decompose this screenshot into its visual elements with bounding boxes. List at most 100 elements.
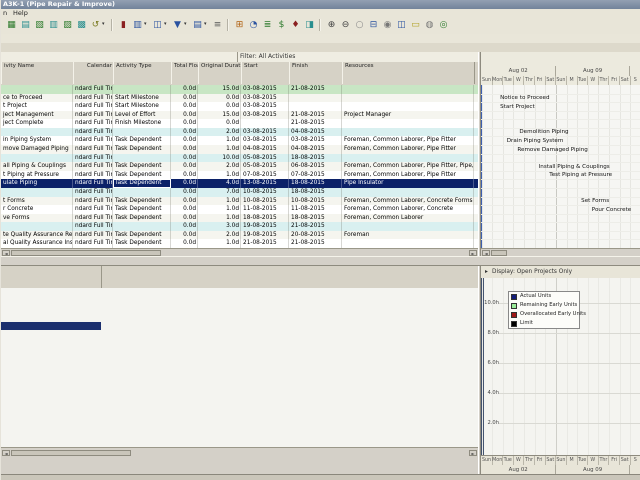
table-cell[interactable]: move Damaged Piping bbox=[1, 145, 73, 154]
table-cell[interactable]: 19-08-2015 bbox=[241, 222, 289, 231]
table-cell[interactable]: 2.0d bbox=[198, 162, 241, 171]
table-cell[interactable]: ulate Piping bbox=[1, 179, 73, 188]
table-cell[interactable]: 0.0d bbox=[171, 239, 198, 248]
table-cell[interactable]: Task Dependent bbox=[113, 162, 171, 171]
table-cell[interactable]: Task Dependent bbox=[113, 179, 171, 188]
table-cell[interactable]: Foreman, Common Laborer, Pipe Fitter bbox=[342, 145, 474, 154]
table-cell[interactable]: 1.0d bbox=[198, 205, 241, 214]
table-cell[interactable]: Finish Milestone bbox=[113, 119, 171, 128]
table-cell[interactable]: 0.0d bbox=[171, 111, 198, 120]
table-cell[interactable]: Task Dependent bbox=[113, 136, 171, 145]
table-cell[interactable]: ce to Proceed bbox=[1, 94, 73, 103]
table-row[interactable]: ject Managementndard Full TimeLevel of E… bbox=[1, 111, 478, 120]
table-cell[interactable]: 20-08-2015 bbox=[289, 231, 342, 240]
table-cell[interactable]: 03-08-2015 bbox=[241, 102, 289, 111]
table-row[interactable]: all Piping & Couplingsndard Full TimeTas… bbox=[1, 162, 478, 171]
dropdown-arrow-icon[interactable]: ▾ bbox=[144, 21, 147, 27]
table-cell[interactable]: 0.0d bbox=[171, 102, 198, 111]
display-options-icon[interactable]: ▸ bbox=[485, 266, 488, 278]
table-cell[interactable] bbox=[1, 188, 73, 197]
table-cell[interactable]: ndard Full Time bbox=[73, 85, 113, 94]
table-cell[interactable] bbox=[342, 102, 474, 111]
table-cell[interactable] bbox=[342, 222, 474, 231]
table-row[interactable]: t Formsndard Full TimeTask Dependent0.0d… bbox=[1, 197, 478, 206]
table-cell[interactable]: 10-08-2015 bbox=[289, 197, 342, 206]
table-cell[interactable]: 03-08-2015 bbox=[241, 94, 289, 103]
table-cell[interactable]: 1.0d bbox=[198, 239, 241, 248]
dropdown-arrow-icon[interactable]: ▾ bbox=[164, 21, 167, 27]
group-sort-icon[interactable]: ▤ bbox=[190, 18, 205, 33]
dropdown-arrow-icon[interactable]: ▾ bbox=[204, 21, 207, 27]
table-cell[interactable]: 04-08-2015 bbox=[241, 145, 289, 154]
table-cell[interactable]: Foreman bbox=[342, 231, 474, 240]
table-cell[interactable]: ndard Full Time bbox=[73, 197, 113, 206]
table-cell[interactable] bbox=[113, 128, 171, 137]
columns-icon[interactable]: ▥ bbox=[130, 18, 145, 33]
table-cell[interactable]: Task Dependent bbox=[113, 214, 171, 223]
table-cell[interactable]: 21-08-2015 bbox=[289, 239, 342, 248]
column-header[interactable]: Calendar bbox=[73, 62, 114, 84]
scroll-thumb[interactable] bbox=[11, 450, 131, 456]
table-cell[interactable]: r Concrete bbox=[1, 205, 73, 214]
table-cell[interactable]: 0.0d bbox=[171, 197, 198, 206]
table-cell[interactable]: 03-08-2015 bbox=[241, 85, 289, 94]
table-cell[interactable]: 13-08-2015 bbox=[241, 179, 289, 188]
table-cell[interactable]: 04-08-2015 bbox=[289, 145, 342, 154]
table-row[interactable]: move Damaged Pipingndard Full TimeTask D… bbox=[1, 145, 478, 154]
table-cell[interactable]: 1.0d bbox=[198, 145, 241, 154]
table-cell[interactable]: te Quality Assurance Report bbox=[1, 231, 73, 240]
globe-icon[interactable]: ◎ bbox=[436, 18, 451, 33]
table-cell[interactable]: ndard Full Time bbox=[73, 171, 113, 180]
table-cell[interactable]: 1.0d bbox=[198, 171, 241, 180]
table-cell[interactable]: 0.0d bbox=[171, 94, 198, 103]
table-cell[interactable]: ject Management bbox=[1, 111, 73, 120]
table-cell[interactable]: 06-08-2015 bbox=[289, 162, 342, 171]
filter-label[interactable]: Filter: All Activities bbox=[240, 52, 295, 62]
table-cell[interactable]: 15.0d bbox=[198, 85, 241, 94]
table-cell[interactable]: 03-08-2015 bbox=[241, 111, 289, 120]
table-row[interactable]: t Projectndard Full TimeStart Milestone0… bbox=[1, 102, 478, 111]
table-cell[interactable]: al Quality Assurance Inspection bbox=[1, 239, 73, 248]
table-cell[interactable] bbox=[342, 94, 474, 103]
table-cell[interactable]: 7.0d bbox=[198, 188, 241, 197]
table-row[interactable]: t Piping at Pressurendard Full TimeTask … bbox=[1, 171, 478, 180]
table-cell[interactable]: 0.0d bbox=[171, 154, 198, 163]
table-cell[interactable]: 18-08-2015 bbox=[289, 188, 342, 197]
table-cell[interactable]: 18-08-2015 bbox=[289, 179, 342, 188]
table-cell[interactable]: 18-08-2015 bbox=[241, 214, 289, 223]
table-cell[interactable]: 0.0d bbox=[171, 171, 198, 180]
table-cell[interactable]: 04-08-2015 bbox=[289, 128, 342, 137]
table-cell[interactable]: 21-08-2015 bbox=[289, 222, 342, 231]
table-cell[interactable]: Foreman, Common Laborer, Concrete Forms bbox=[342, 197, 474, 206]
table-cell[interactable]: 4.0d bbox=[198, 179, 241, 188]
table-cell[interactable]: ndard Full Time bbox=[73, 136, 113, 145]
table-cell[interactable]: 0.0d bbox=[171, 136, 198, 145]
table-cell[interactable] bbox=[342, 128, 474, 137]
table-cell[interactable]: 0.0d bbox=[198, 119, 241, 128]
table-cell[interactable]: in Piping System bbox=[1, 136, 73, 145]
table-cell[interactable]: Foreman, Common Laborer, Pipe Fitter, Pi… bbox=[342, 162, 474, 171]
table-cell[interactable]: 0.0d bbox=[171, 128, 198, 137]
new-activity-icon[interactable]: ▦ bbox=[4, 18, 19, 33]
table-cell[interactable]: ndard Full Time bbox=[73, 102, 113, 111]
table-cell[interactable]: Task Dependent bbox=[113, 239, 171, 248]
resources-icon[interactable]: ≣ bbox=[260, 18, 275, 33]
table-row[interactable]: ce to Proceedndard Full TimeStart Milest… bbox=[1, 94, 478, 103]
table-cell[interactable]: 2.0d bbox=[198, 231, 241, 240]
table-cell[interactable]: ndard Full Time bbox=[73, 128, 113, 137]
table-cell[interactable]: 07-08-2015 bbox=[289, 171, 342, 180]
table-cell[interactable] bbox=[342, 119, 474, 128]
table-cell[interactable]: 0.0d bbox=[171, 188, 198, 197]
table-cell[interactable]: Start Milestone bbox=[113, 94, 171, 103]
copy-icon[interactable]: ▨ bbox=[60, 18, 75, 33]
save-icon[interactable]: ▧ bbox=[32, 18, 47, 33]
table-row[interactable]: ndard Full Time0.0d15.0d03-08-201521-08-… bbox=[1, 85, 478, 94]
column-header[interactable]: Finish bbox=[289, 62, 343, 84]
display-options-label[interactable]: Display: Open Projects Only bbox=[492, 266, 572, 278]
comment-icon[interactable]: ▭ bbox=[408, 18, 423, 33]
table-cell[interactable]: ndard Full Time bbox=[73, 188, 113, 197]
table-cell[interactable]: 07-08-2015 bbox=[241, 171, 289, 180]
zoom-in-icon[interactable]: ⊕ bbox=[324, 18, 339, 33]
table-cell[interactable]: ndard Full Time bbox=[73, 162, 113, 171]
dot-icon[interactable]: ◉ bbox=[380, 18, 395, 33]
